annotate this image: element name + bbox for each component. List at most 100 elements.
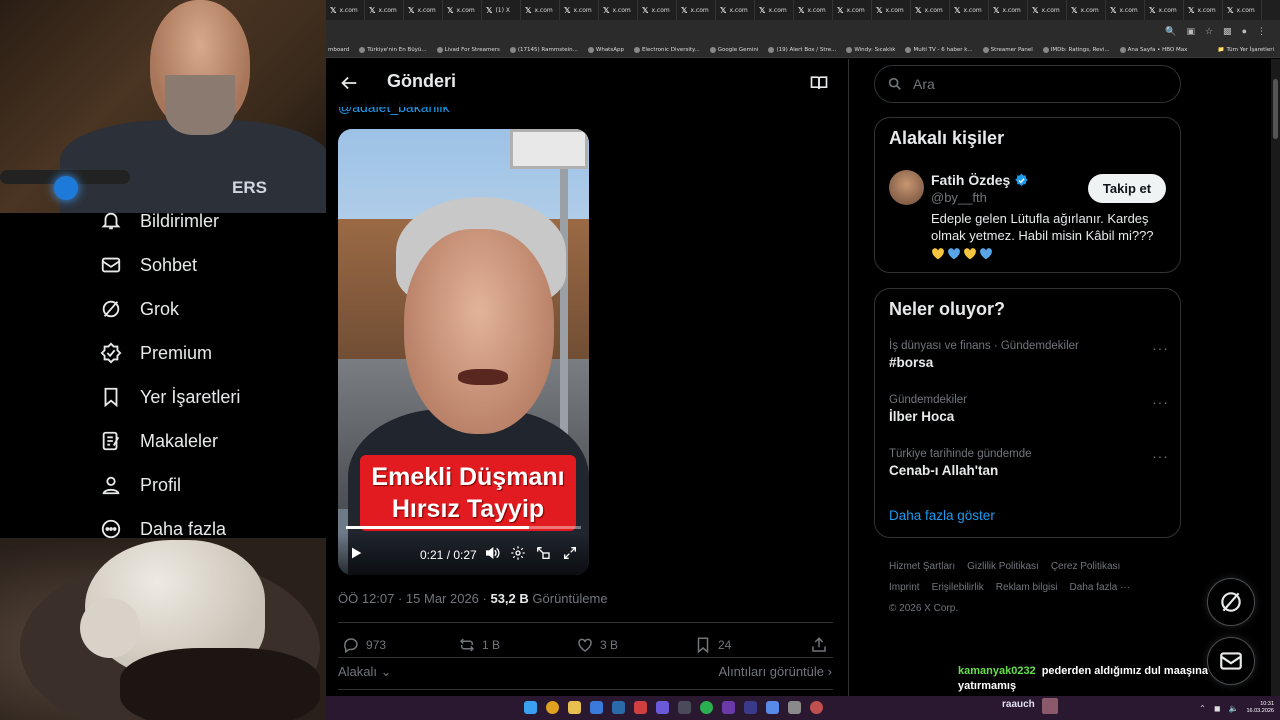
browser-tab[interactable]: 𝕏x.com	[560, 0, 599, 20]
search-box[interactable]	[874, 65, 1181, 103]
profile-handle[interactable]: @by__fth	[931, 190, 987, 205]
search-input[interactable]	[913, 76, 1163, 92]
fullscreen-icon[interactable]	[562, 545, 578, 561]
video-progress-bar[interactable]	[346, 526, 581, 529]
browser-tab[interactable]: 𝕏x.com	[638, 0, 677, 20]
related-dropdown[interactable]: Alakalı ⌄	[338, 664, 392, 680]
app-icon[interactable]	[722, 701, 735, 714]
bookmark-item[interactable]: Streamer Panel	[982, 46, 1033, 53]
bookmark-item[interactable]: Multi TV - 6 haber k...	[905, 46, 973, 53]
bookmarks-folder[interactable]: 📁 Tüm Yer İşaretleri	[1218, 47, 1280, 53]
show-more-link[interactable]: Daha fazla göster	[889, 508, 995, 523]
browser-tab[interactable]: 𝕏x.com	[443, 0, 482, 20]
nav-item-notifications[interactable]: Bildirimler	[100, 206, 219, 236]
browser-tab[interactable]: 𝕏x.com	[404, 0, 443, 20]
bookmark-item[interactable]: (19) Alert Box / Stre...	[768, 46, 836, 53]
video-player[interactable]: Emekli Düşmanı Hırsız Tayyip 0:21 / 0:27	[338, 129, 589, 575]
more-dots-icon[interactable]: ···	[1152, 340, 1169, 356]
profile-name[interactable]: Fatih Özdeş	[931, 172, 1029, 188]
browser-tab[interactable]: 𝕏x.com	[326, 0, 365, 20]
footer-link[interactable]: Imprint	[889, 582, 920, 593]
nav-item-profile[interactable]: Profil	[100, 470, 181, 500]
footer-link[interactable]: Reklam bilgisi	[996, 582, 1058, 593]
play-icon[interactable]	[348, 545, 364, 561]
menu-icon[interactable]: ⋮	[1257, 26, 1266, 37]
back-arrow-icon[interactable]	[338, 72, 360, 94]
more-dots-icon[interactable]: ···	[1152, 448, 1169, 464]
browser-tab[interactable]: 𝕏x.com	[716, 0, 755, 20]
bookmark-item[interactable]: Google Gemini	[709, 46, 758, 53]
browser-tab[interactable]: 𝕏x.com	[1067, 0, 1106, 20]
app-icon[interactable]	[788, 701, 801, 714]
app-icon[interactable]	[766, 701, 779, 714]
app-icon[interactable]	[678, 701, 691, 714]
app-icon[interactable]	[590, 701, 603, 714]
browser-tab[interactable]: 𝕏 (1) X	[482, 0, 521, 20]
file-explorer-icon[interactable]	[568, 701, 581, 714]
browser-tab[interactable]: 𝕏x.com	[365, 0, 404, 20]
view-quotes-link[interactable]: Alıntıları görüntüle ›	[719, 664, 832, 679]
bookmark-item[interactable]: Windy: Sıcaklık	[846, 46, 895, 53]
bookmark-item[interactable]: IMDb: Ratings, Revi...	[1042, 46, 1110, 53]
bookmark-item[interactable]: (17145) Rammstein...	[509, 46, 578, 53]
bookmark-item[interactable]: Türkiye'nin En Büyü...	[359, 46, 427, 53]
browser-tab[interactable]: 𝕏x.com	[677, 0, 716, 20]
reader-mode-icon[interactable]	[809, 73, 829, 93]
nav-item-premium[interactable]: Premium	[100, 338, 212, 368]
bookmark-button[interactable]: 24	[694, 636, 731, 654]
bookmark-item[interactable]: Electronic Diversity...	[633, 46, 700, 53]
steam-icon[interactable]	[612, 701, 625, 714]
browser-tab[interactable]: 𝕏x.com	[911, 0, 950, 20]
discord-icon[interactable]	[656, 701, 669, 714]
extensions-icon[interactable]: ▩	[1223, 26, 1232, 37]
footer-link[interactable]: Daha fazla ···	[1069, 582, 1130, 593]
browser-tab[interactable]: 𝕏x.com	[950, 0, 989, 20]
trend-item[interactable]: İş dünyası ve finans · Gündemdekiler #bo…	[889, 340, 1169, 370]
network-icon[interactable]: ◼	[1214, 704, 1221, 713]
browser-tab[interactable]: 𝕏x.com	[1223, 0, 1262, 20]
spotify-icon[interactable]	[700, 701, 713, 714]
bookmark-item[interactable]: WhatsApp	[587, 46, 624, 53]
browser-tab[interactable]: 𝕏x.com	[794, 0, 833, 20]
footer-link[interactable]: Hizmet Şartları	[889, 561, 955, 572]
follow-button[interactable]: Takip et	[1088, 174, 1166, 203]
avatar[interactable]	[889, 170, 924, 205]
chevron-up-icon[interactable]: ⌃	[1199, 704, 1206, 713]
browser-tab[interactable]: 𝕏x.com	[1028, 0, 1067, 20]
volume-icon[interactable]: 🔈	[1229, 704, 1239, 713]
footer-link[interactable]: Çerez Politikası	[1051, 561, 1120, 572]
page-scrollbar[interactable]	[1271, 59, 1280, 696]
reply-button[interactable]: 973	[342, 636, 386, 654]
browser-tab[interactable]: 𝕏x.com	[989, 0, 1028, 20]
footer-link[interactable]: Erişilebilirlik	[932, 582, 984, 593]
nav-item-bookmarks[interactable]: Yer İşaretleri	[100, 382, 240, 412]
settings-gear-icon[interactable]	[510, 545, 526, 561]
browser-tab[interactable]: 𝕏x.com	[1106, 0, 1145, 20]
browser-tab[interactable]: 𝕏x.com	[599, 0, 638, 20]
share-button[interactable]	[810, 636, 828, 654]
app-icon[interactable]	[744, 701, 757, 714]
app-icon[interactable]	[810, 701, 823, 714]
zoom-icon[interactable]: 🔍	[1165, 26, 1176, 37]
browser-tab[interactable]: 𝕏x.com	[1184, 0, 1223, 20]
more-dots-icon[interactable]: ···	[1152, 394, 1169, 410]
post-timestamp[interactable]: ÖÖ 12:07 · 15 Mar 2026 ·	[338, 591, 490, 606]
grok-fab-button[interactable]	[1207, 578, 1255, 626]
trend-item[interactable]: Gündemdekiler İlber Hoca ···	[889, 394, 1169, 424]
repost-button[interactable]: 1 B	[458, 636, 500, 654]
install-icon[interactable]: ▣	[1186, 26, 1195, 37]
like-button[interactable]: 3 B	[576, 636, 618, 654]
browser-tab[interactable]: 𝕏x.com	[521, 0, 560, 20]
scrollbar-thumb[interactable]	[1273, 79, 1278, 139]
miniplayer-icon[interactable]	[535, 545, 551, 561]
chrome-icon[interactable]	[546, 701, 559, 714]
trend-item[interactable]: Türkiye tarihinde gündemde Cenab-ı Allah…	[889, 448, 1169, 478]
browser-tab[interactable]: 𝕏x.com	[1145, 0, 1184, 20]
bookmark-item[interactable]: Livad For Streamers	[436, 46, 500, 53]
browser-tab[interactable]: 𝕏x.com	[872, 0, 911, 20]
bookmark-item[interactable]: Ana Sayfa • HBO Max	[1119, 46, 1187, 53]
windows-start-icon[interactable]	[524, 701, 537, 714]
star-icon[interactable]: ☆	[1205, 26, 1213, 37]
app-icon[interactable]	[634, 701, 647, 714]
volume-icon[interactable]	[484, 545, 500, 561]
